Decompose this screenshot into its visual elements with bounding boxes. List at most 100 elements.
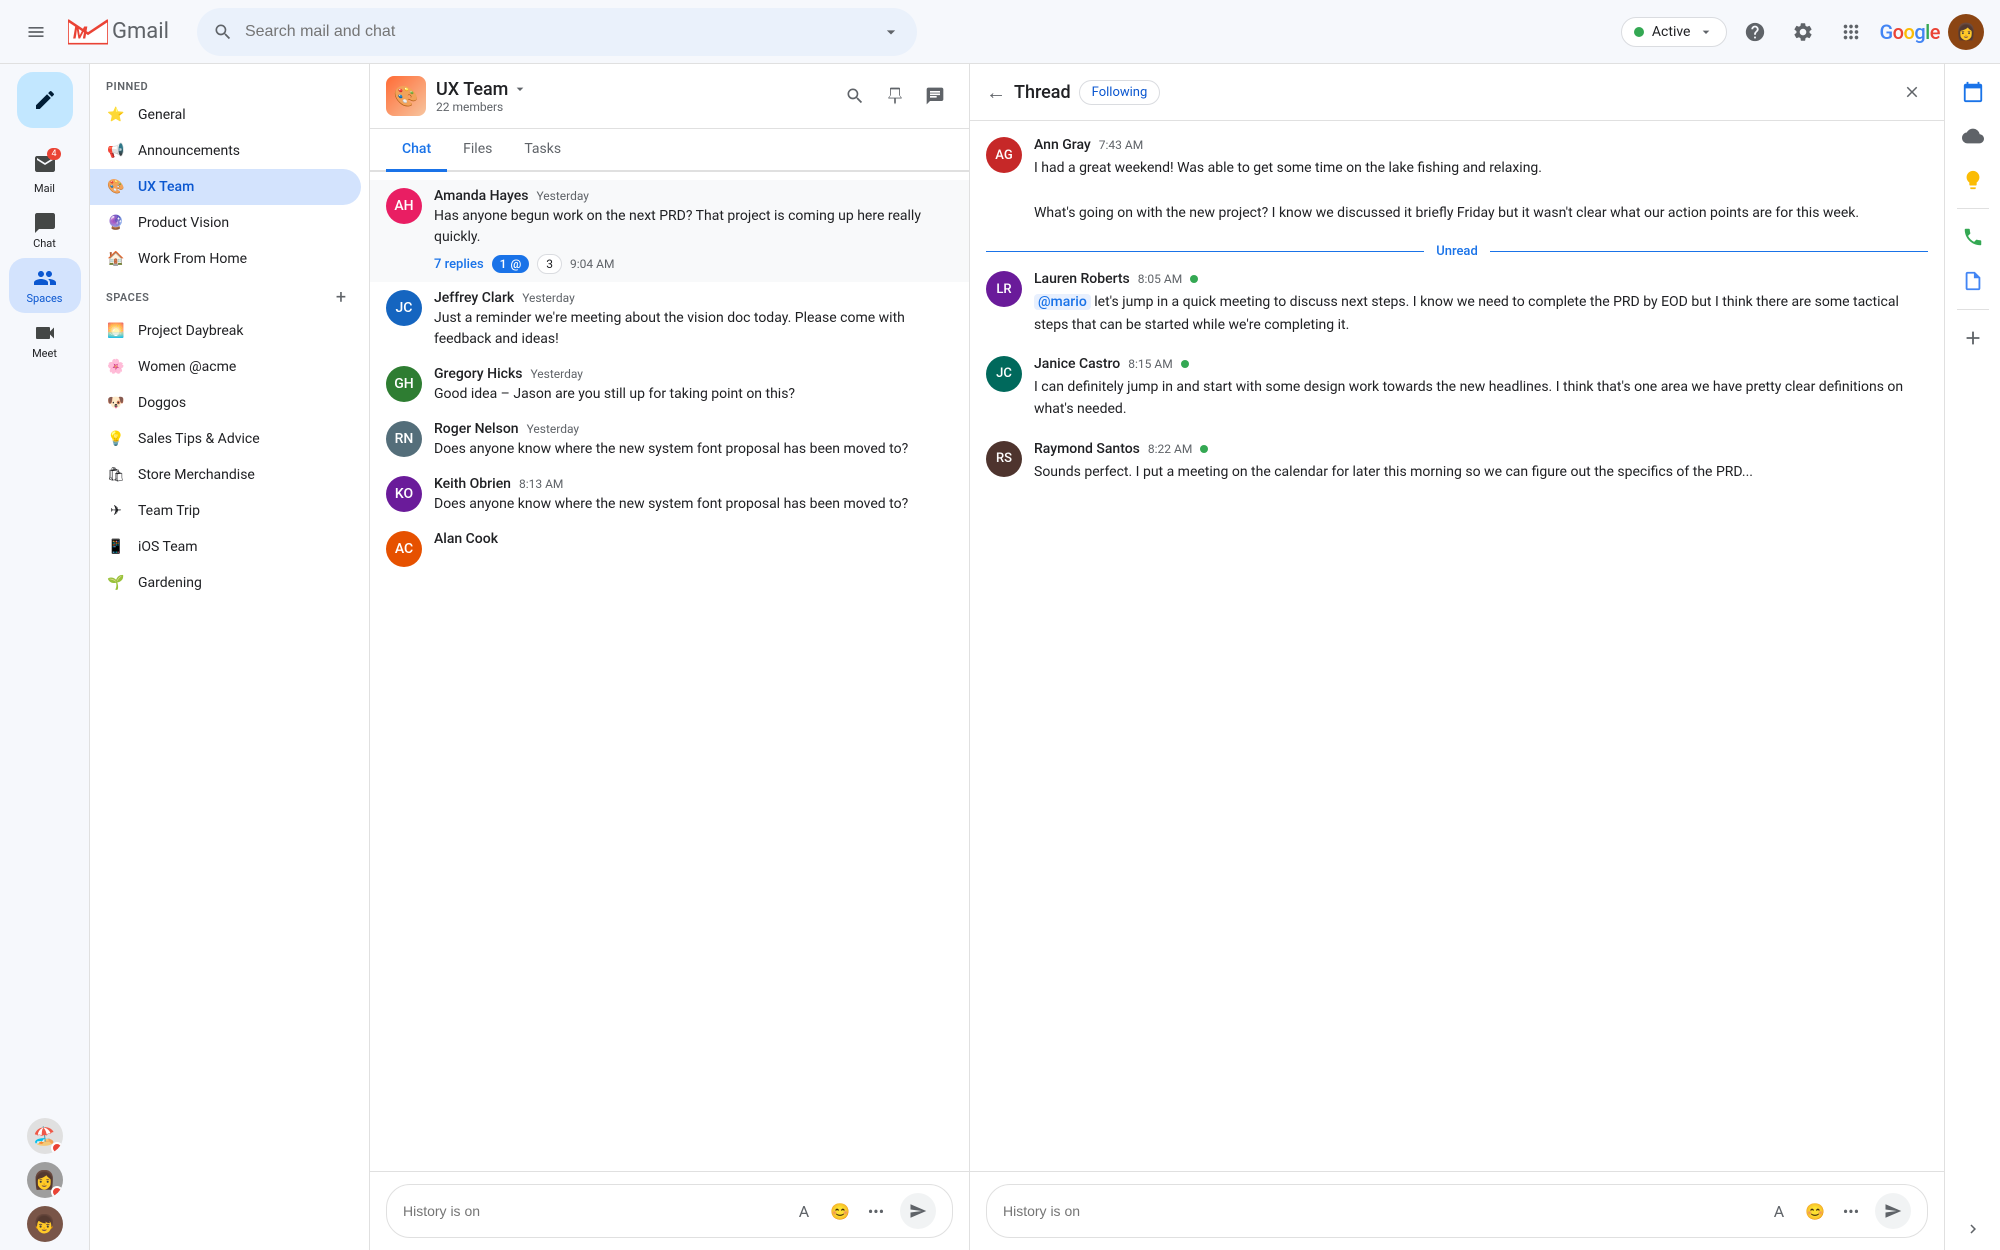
nav-item-women-acme[interactable]: 🌸 Women @acme xyxy=(90,349,361,385)
spaces-section-header: SPACES + xyxy=(90,277,369,313)
nav-item-doggos[interactable]: 🐶 Doggos xyxy=(90,385,361,421)
chat-pin-button[interactable] xyxy=(877,78,913,114)
nav-item-ux-team[interactable]: 🎨 UX Team xyxy=(90,169,361,205)
tab-tasks[interactable]: Tasks xyxy=(508,129,577,172)
space-dropdown-icon[interactable] xyxy=(512,81,528,97)
thread-text-1: I had a great weekend! Was able to get s… xyxy=(1034,157,1928,224)
emoji-button[interactable]: 😊 xyxy=(824,1195,856,1227)
phone-sidebar-button[interactable] xyxy=(1953,217,1993,257)
add-space-button[interactable]: + xyxy=(329,285,353,309)
search-icon xyxy=(213,22,233,42)
format-icon: A xyxy=(799,1202,809,1221)
thread-emoji-icon: 😊 xyxy=(1805,1202,1825,1221)
calendar-sidebar-button[interactable] xyxy=(1953,72,1993,112)
active-dropdown-icon xyxy=(1698,24,1714,40)
format-text-button[interactable]: A xyxy=(788,1195,820,1227)
more-options-button[interactable]: ••• xyxy=(860,1195,892,1227)
avatar-3[interactable]: 👦 xyxy=(27,1206,63,1242)
nav-item-work-from-home[interactable]: 🏠 Work From Home xyxy=(90,241,361,277)
replies-button-1[interactable]: 7 replies xyxy=(434,257,484,272)
avatar-1[interactable]: 🏖️ xyxy=(27,1118,63,1154)
bottom-avatars: 🏖️ 👩 👦 xyxy=(27,1118,63,1250)
send-button[interactable] xyxy=(900,1193,936,1229)
mail-label: Mail xyxy=(34,182,55,195)
sidebar-item-spaces[interactable]: Spaces xyxy=(9,258,81,313)
search-input[interactable] xyxy=(245,23,869,41)
nav-item-store-merchandise[interactable]: 🛍 Store Merchandise xyxy=(90,457,361,493)
nav-item-general[interactable]: ⭐ General xyxy=(90,97,361,133)
chat-search-button[interactable] xyxy=(837,78,873,114)
help-button[interactable] xyxy=(1735,12,1775,52)
nav-item-sales-tips[interactable]: 💡 Sales Tips & Advice xyxy=(90,421,361,457)
hamburger-button[interactable] xyxy=(16,12,56,52)
thread-header: ← Thread Following xyxy=(970,64,1944,121)
user-avatar[interactable]: 👩 xyxy=(1948,14,1984,50)
avatar-2[interactable]: 👩 xyxy=(27,1162,63,1198)
compose-button[interactable] xyxy=(17,72,73,128)
avatar: KO xyxy=(386,476,422,512)
unread-divider: Unread xyxy=(986,244,1928,259)
team-trip-label: Team Trip xyxy=(138,503,200,519)
search-dropdown-icon[interactable] xyxy=(881,22,901,42)
nav-item-project-daybreak[interactable]: 🌅 Project Daybreak xyxy=(90,313,361,349)
announcements-label: Announcements xyxy=(138,143,240,159)
tab-chat[interactable]: Chat xyxy=(386,129,447,172)
sidebar-item-mail[interactable]: 4 Mail xyxy=(9,144,81,203)
sidebar-item-chat[interactable]: Chat xyxy=(9,203,81,258)
thread-emoji-button[interactable]: 😊 xyxy=(1799,1195,1831,1227)
nav-item-announcements[interactable]: 📢 Announcements xyxy=(90,133,361,169)
following-button[interactable]: Following xyxy=(1079,80,1161,105)
thread-input-box: A 😊 ••• xyxy=(986,1184,1928,1238)
thread-sender-3: Janice Castro xyxy=(1034,356,1120,372)
avatar: JC xyxy=(386,290,422,326)
count-badge-1[interactable]: 3 xyxy=(537,254,562,274)
expand-sidebar-button[interactable] xyxy=(1964,1220,1982,1242)
women-acme-icon: 🌸 xyxy=(106,357,126,377)
back-button[interactable]: ← xyxy=(986,80,1006,105)
thread-msg-content-4: Raymond Santos 8:22 AM Sounds perfect. I… xyxy=(1034,441,1928,483)
thread-messages-container: AG Ann Gray 7:43 AM I had a great weeken… xyxy=(970,121,1944,1171)
nav-item-gardening[interactable]: 🌱 Gardening xyxy=(90,565,361,601)
thread-send-button[interactable] xyxy=(1875,1193,1911,1229)
apps-button[interactable] xyxy=(1831,12,1871,52)
active-status-button[interactable]: Active xyxy=(1621,17,1728,47)
add-sidebar-button[interactable] xyxy=(1953,318,1993,358)
nav-item-product-vision[interactable]: 🔮 Product Vision xyxy=(90,205,361,241)
announcements-icon: 📢 xyxy=(106,141,126,161)
tasks-sidebar-button[interactable] xyxy=(1953,261,1993,301)
emoji-icon: 😊 xyxy=(830,1202,850,1221)
msg-text-5: Does anyone know where the new system fo… xyxy=(434,494,953,515)
mention-badge-label: 1 xyxy=(500,257,507,271)
search-bar xyxy=(197,8,917,56)
thread-close-button[interactable] xyxy=(1896,76,1928,108)
active-dot xyxy=(1634,27,1644,37)
msg-time-1: Yesterday xyxy=(536,189,589,203)
gmail-logo: M Gmail xyxy=(68,17,169,47)
thread-format-button[interactable]: A xyxy=(1763,1195,1795,1227)
list-item: LR Lauren Roberts 8:05 AM @mario let's j… xyxy=(986,271,1928,336)
thread-text-2: @mario let's jump in a quick meeting to … xyxy=(1034,291,1928,336)
chat-thread-button[interactable] xyxy=(917,78,953,114)
nav-item-team-trip[interactable]: ✈ Team Trip xyxy=(90,493,361,529)
msg-text-4: Does anyone know where the new system fo… xyxy=(434,439,953,460)
project-daybreak-label: Project Daybreak xyxy=(138,323,244,339)
sidebar-item-meet[interactable]: Meet xyxy=(9,313,81,368)
mail-badge: 4 xyxy=(47,148,60,160)
settings-button[interactable] xyxy=(1783,12,1823,52)
work-from-home-label: Work From Home xyxy=(138,251,247,267)
active-label: Active xyxy=(1652,24,1691,40)
mention-badge-1[interactable]: 1 @ xyxy=(492,255,530,273)
nav-item-ios-team[interactable]: 📱 iOS Team xyxy=(90,529,361,565)
thread-input[interactable] xyxy=(1003,1203,1755,1219)
chat-input[interactable] xyxy=(403,1203,780,1219)
thread-time-2: 8:05 AM xyxy=(1138,272,1182,286)
thread-msg-header-3: Janice Castro 8:15 AM xyxy=(1034,356,1928,372)
drive-sidebar-button[interactable] xyxy=(1953,116,1993,156)
msg-time-4: Yesterday xyxy=(527,422,580,436)
tab-files[interactable]: Files xyxy=(447,129,508,172)
msg-header-3: Gregory Hicks Yesterday xyxy=(434,366,953,382)
thread-more-button[interactable]: ••• xyxy=(1835,1195,1867,1227)
keep-sidebar-button[interactable] xyxy=(1953,160,1993,200)
message-content-5: Keith Obrien 8:13 AM Does anyone know wh… xyxy=(434,476,953,515)
topbar: M Gmail Active xyxy=(0,0,2000,64)
